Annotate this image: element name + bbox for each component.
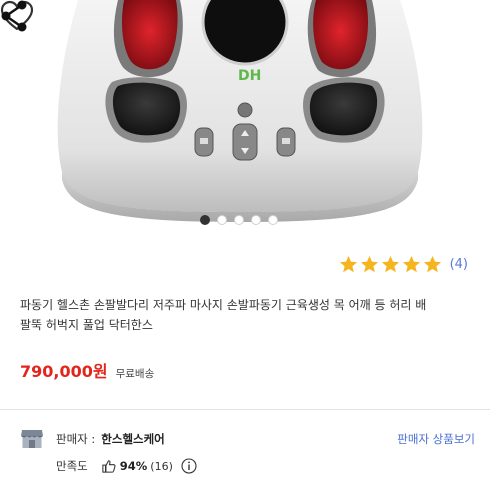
shipping-info: 무료배송 xyxy=(115,368,155,380)
review-count-link[interactable]: (4) xyxy=(450,257,468,272)
device-logo: DH xyxy=(238,68,261,84)
carousel-indicator xyxy=(200,214,278,226)
star-icon xyxy=(339,255,357,273)
product-photo: DH xyxy=(57,0,423,222)
satisfaction-percent: 94% xyxy=(119,459,148,473)
carousel-dot-4[interactable] xyxy=(251,215,261,225)
share-icon[interactable] xyxy=(0,0,30,32)
star-icon xyxy=(402,255,420,273)
star-icon xyxy=(381,255,399,273)
star-icon xyxy=(423,255,441,273)
satisfaction-label: 만족도 xyxy=(56,459,88,473)
satisfaction-row: 만족도 94% (16) xyxy=(56,456,197,476)
store-icon xyxy=(21,430,43,448)
seller-products-link[interactable]: 판매자 상품보기 xyxy=(397,431,475,447)
seller-name[interactable]: 한스헬스케어 xyxy=(101,431,164,447)
star-icon xyxy=(360,255,378,273)
seller-label: 판매자 : xyxy=(56,432,96,446)
carousel-dot-1[interactable] xyxy=(200,215,210,225)
carousel-dot-3[interactable] xyxy=(234,215,244,225)
section-divider xyxy=(0,409,490,410)
info-circle-icon[interactable] xyxy=(181,458,197,474)
product-title-line-2: 팔뚝 허벅지 풀업 닥터한스 xyxy=(20,318,153,332)
product-title: 파동기 헬스촌 손팔발다리 저주파 마사지 손발파동기 근육생성 목 어깨 등 … xyxy=(20,295,475,335)
seller-row: 판매자 : 한스헬스케어 판매자 상품보기 xyxy=(20,428,475,450)
carousel-dot-2[interactable] xyxy=(217,215,227,225)
satisfaction-count: (16) xyxy=(150,459,173,473)
product-title-line-1: 파동기 헬스촌 손팔발다리 저주파 마사지 손발파동기 근육생성 목 어깨 등 … xyxy=(20,298,427,312)
product-price: 790,000원 xyxy=(20,362,108,381)
carousel-dot-5[interactable] xyxy=(268,215,278,225)
product-rating[interactable]: (4) xyxy=(339,255,468,274)
price-row: 790,000원 무료배송 xyxy=(20,358,154,382)
thumbs-up-icon xyxy=(102,460,116,473)
product-image-carousel[interactable]: DH xyxy=(0,0,490,235)
